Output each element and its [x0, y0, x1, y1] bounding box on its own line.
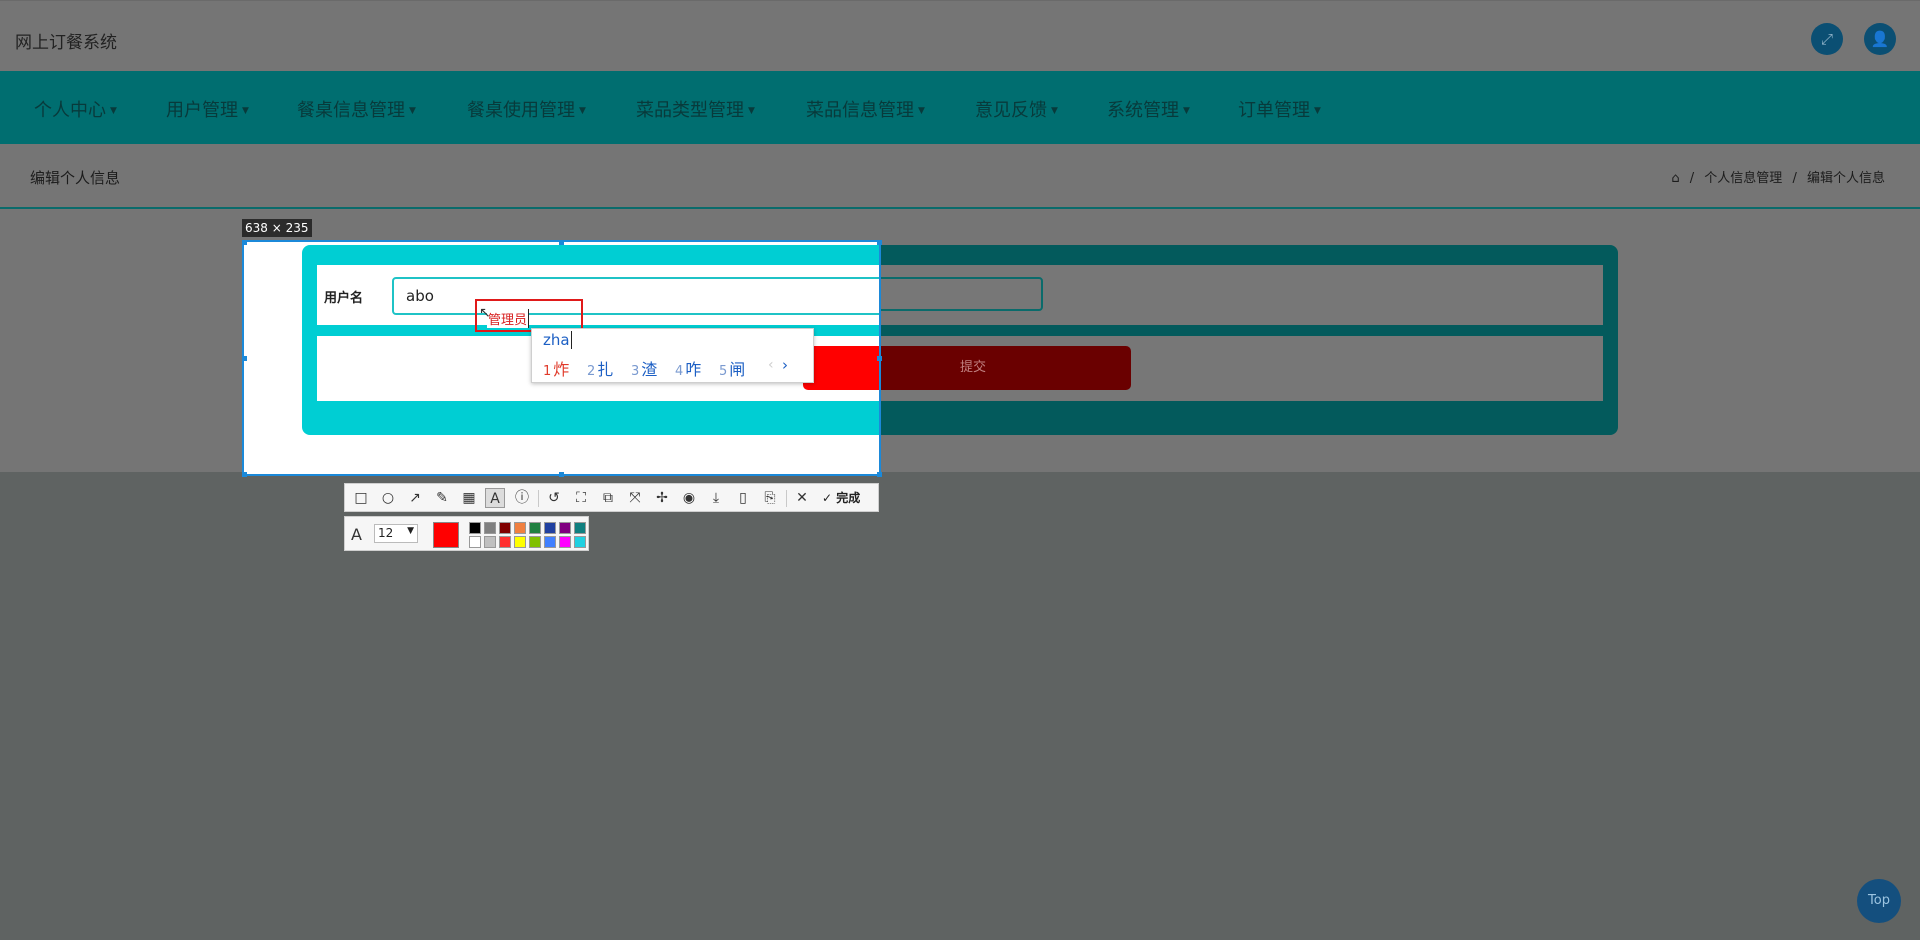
nav-item-orders[interactable]: 订单管理 ▼ [1238, 96, 1321, 122]
color-swatch[interactable] [559, 522, 571, 534]
scroll-capture-icon[interactable]: ⤧ [625, 488, 645, 508]
color-swatch[interactable] [559, 536, 571, 548]
page-title: 编辑个人信息 [30, 169, 121, 187]
text-style-bar: A 12 ▼ [344, 516, 589, 551]
nav-item-system[interactable]: 系统管理 ▼ [1107, 96, 1190, 122]
color-swatch[interactable] [529, 522, 541, 534]
annotation-text[interactable]: 管理员 [487, 309, 530, 328]
ime-candidate[interactable]: 5闸 [719, 356, 745, 380]
pin-icon[interactable]: ✢ [652, 488, 672, 508]
number-marker-icon[interactable]: ⓘ [512, 488, 532, 508]
caret-down-icon: ▼ [1314, 106, 1321, 116]
text-icon[interactable]: A [485, 488, 505, 508]
color-swatch[interactable] [529, 536, 541, 548]
main-nav: 个人中心 ▼ 用户管理 ▼ 餐桌信息管理 ▼ 餐桌使用管理 ▼ 菜品类型管理 ▼ 菜品信息… [0, 71, 1920, 144]
check-icon: ✓ [822, 491, 833, 505]
resize-handle[interactable] [242, 472, 247, 477]
resize-handle[interactable] [559, 472, 564, 477]
ellipse-icon[interactable]: ○ [378, 488, 398, 508]
record-icon[interactable]: ◉ [679, 488, 699, 508]
app-title: 网上订餐系统 [15, 33, 117, 53]
capture-toolbar: □ ○ ↗ ✎ ▦ A ⓘ ↺ ⛶ ⧉ ⤧ ✢ ◉ ⤓ ▯ ⎘ ✕ ✓ 完成 [344, 483, 879, 512]
username-input[interactable]: abo [392, 277, 879, 315]
translate-icon[interactable]: ⧉ [598, 488, 618, 508]
caret-down-icon: ▼ [1183, 106, 1190, 116]
pencil-icon[interactable]: ✎ [432, 488, 452, 508]
nav-item-user-management[interactable]: 用户管理 ▼ [166, 96, 249, 122]
username-label: 用户名 [324, 291, 364, 306]
nav-item-table-usage[interactable]: 餐桌使用管理 ▼ [467, 96, 586, 122]
caret-down-icon: ▼ [748, 106, 755, 116]
nav-item-personal-center[interactable]: 个人中心 ▼ [34, 96, 117, 122]
color-swatch[interactable] [499, 536, 511, 548]
color-swatch[interactable] [484, 522, 496, 534]
resize-handle[interactable] [877, 472, 882, 477]
ime-candidate-window: zha 1炸 2扎 3渣 4咋 5闸 ‹ › [531, 328, 814, 383]
color-swatch[interactable] [514, 536, 526, 548]
color-swatch[interactable] [544, 536, 556, 548]
sub-header: 编辑个人信息 ⌂ / 个人信息管理 / 编辑个人信息 [0, 144, 1920, 209]
color-swatch[interactable] [514, 522, 526, 534]
color-swatch[interactable] [574, 522, 586, 534]
ime-candidate[interactable]: 4咋 [675, 356, 701, 380]
breadcrumb-item: 编辑个人信息 [1806, 171, 1885, 186]
resize-handle[interactable] [242, 356, 247, 361]
color-swatch[interactable] [574, 536, 586, 548]
resize-handle[interactable] [242, 240, 247, 245]
color-swatch[interactable] [469, 522, 481, 534]
mouse-cursor-icon: ↖ [479, 305, 491, 321]
color-swatch[interactable] [484, 536, 496, 548]
save-device-icon[interactable]: ▯ [733, 488, 753, 508]
home-icon[interactable]: ⌂ [1671, 171, 1679, 186]
close-icon[interactable]: ✕ [792, 488, 812, 508]
nav-item-dish-info[interactable]: 菜品信息管理 ▼ [806, 96, 925, 122]
resize-handle[interactable] [877, 240, 882, 245]
user-icon: 👤 [1870, 30, 1890, 48]
color-swatch[interactable] [469, 536, 481, 548]
mosaic-icon[interactable]: ▦ [459, 488, 479, 508]
download-icon[interactable]: ⤓ [706, 488, 726, 508]
top-bar: 网上订餐系统 ⤢ 👤 [0, 0, 1920, 72]
chevron-left-icon[interactable]: ‹ [768, 357, 774, 373]
rectangle-icon[interactable]: □ [351, 488, 371, 508]
user-menu-button[interactable]: 👤 [1864, 23, 1896, 55]
caret-down-icon: ▼ [579, 106, 586, 116]
chevron-right-icon[interactable]: › [782, 356, 788, 374]
nav-item-dish-type[interactable]: 菜品类型管理 ▼ [636, 96, 755, 122]
capture-size-label: 638 × 235 [242, 219, 312, 237]
ocr-icon[interactable]: ⛶ [571, 488, 591, 508]
back-to-top-button[interactable]: Top [1857, 879, 1901, 923]
nav-item-table-info[interactable]: 餐桌信息管理 ▼ [297, 96, 416, 122]
expand-icon: ⤢ [1820, 30, 1833, 48]
resize-handle[interactable] [559, 240, 564, 245]
caret-down-icon: ▼ [110, 106, 117, 116]
caret-down-icon: ▼ [1051, 106, 1058, 116]
current-color-swatch[interactable] [433, 522, 459, 548]
ime-composition: zha [543, 331, 572, 349]
nav-item-feedback[interactable]: 意见反馈 ▼ [975, 96, 1058, 122]
bookmark-icon[interactable]: ⎘ [760, 488, 780, 508]
color-swatch[interactable] [544, 522, 556, 534]
caret-down-icon: ▼ [242, 106, 249, 116]
ime-candidate[interactable]: 3渣 [631, 356, 657, 380]
breadcrumb: ⌂ / 个人信息管理 / 编辑个人信息 [1671, 171, 1885, 186]
submit-button-bright[interactable] [803, 346, 879, 390]
fullscreen-button[interactable]: ⤢ [1811, 23, 1843, 55]
username-row-bright: 用户名 abo [317, 265, 879, 325]
chevron-down-icon: ▼ [407, 526, 414, 536]
font-size-select[interactable]: 12 ▼ [374, 524, 418, 543]
font-icon: A [351, 525, 362, 544]
undo-icon[interactable]: ↺ [544, 488, 564, 508]
caret-down-icon: ▼ [409, 106, 416, 116]
resize-handle[interactable] [877, 356, 882, 361]
ime-candidate[interactable]: 1炸 [543, 356, 569, 380]
done-button[interactable]: ✓ 完成 [822, 489, 860, 506]
caret-down-icon: ▼ [918, 106, 925, 116]
ime-candidate[interactable]: 2扎 [587, 356, 613, 380]
breadcrumb-item[interactable]: 个人信息管理 [1704, 171, 1782, 186]
color-swatch[interactable] [499, 522, 511, 534]
arrow-icon[interactable]: ↗ [405, 488, 425, 508]
